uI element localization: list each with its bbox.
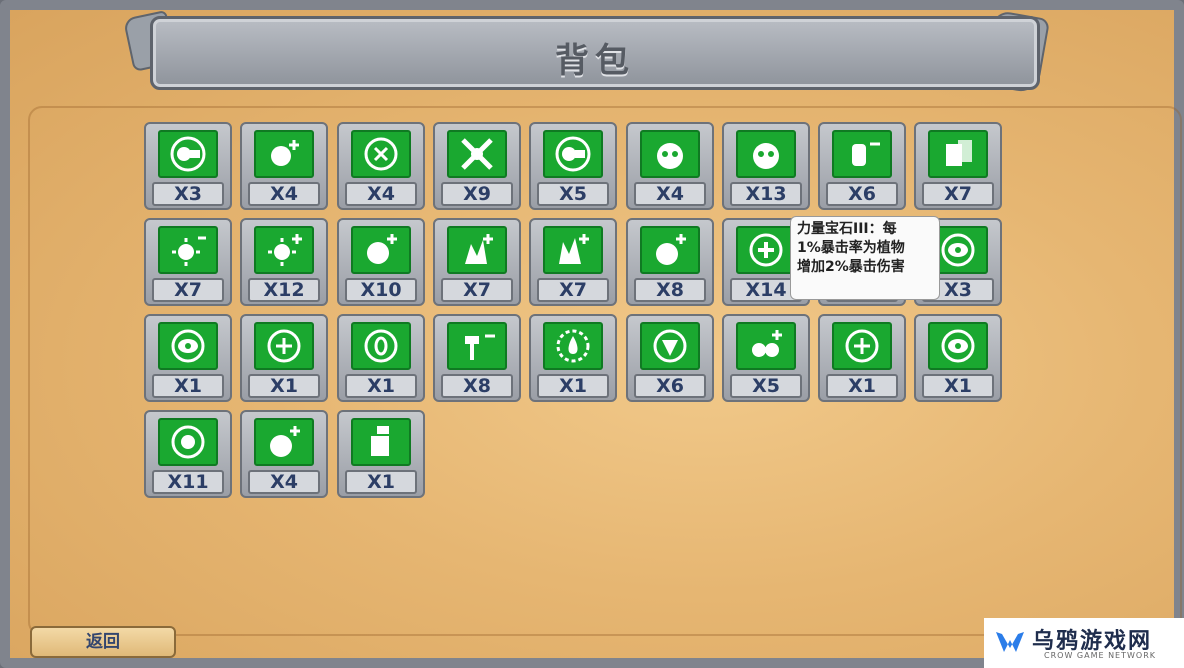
monster-eye-icon <box>928 322 988 370</box>
hand-minus-icon <box>832 130 892 178</box>
tooltip-line: 1%暴击率为植物 <box>797 240 905 256</box>
inventory-slot[interactable]: X5 <box>722 314 810 402</box>
inventory-slot[interactable]: X4 <box>626 122 714 210</box>
inventory-slot[interactable]: X9 <box>433 122 521 210</box>
inventory-slot[interactable]: X7 <box>144 218 232 306</box>
inventory-slot[interactable]: X4 <box>240 410 328 498</box>
item-count: X1 <box>152 374 224 398</box>
title-banner: 背包 <box>150 16 1040 90</box>
item-count: X13 <box>730 182 802 206</box>
inventory-slot[interactable]: X7 <box>529 218 617 306</box>
sun-icon <box>158 418 218 466</box>
target-icon <box>351 130 411 178</box>
plus-circle-icon <box>832 322 892 370</box>
inventory-slot[interactable]: X4 <box>240 122 328 210</box>
spiky-plus-icon <box>543 226 603 274</box>
inventory-slot[interactable]: X1 <box>529 314 617 402</box>
item-count: X8 <box>441 374 513 398</box>
back-button[interactable]: 返回 <box>30 626 176 658</box>
peashooter-icon <box>158 130 218 178</box>
inventory-slot[interactable]: X5 <box>529 122 617 210</box>
item-tooltip: 力量宝石III：每 1%暴击率为植物 增加2%暴击伤害 <box>790 216 940 300</box>
watermark-subtitle: CROW GAME NETWORK <box>1044 651 1157 660</box>
inventory-slot[interactable]: X6 <box>818 122 906 210</box>
heal-icon <box>736 226 796 274</box>
hammer-minus-icon <box>447 322 507 370</box>
inventory-slot[interactable]: X11 <box>144 410 232 498</box>
inventory-slot[interactable]: X1 <box>818 314 906 402</box>
apple-plus-icon <box>254 418 314 466</box>
fang-icon <box>640 322 700 370</box>
bomb-plus-icon <box>351 226 411 274</box>
inventory-slot[interactable]: X8 <box>626 218 714 306</box>
page-title: 背包 <box>555 41 635 81</box>
item-count: X1 <box>248 374 320 398</box>
item-count: X4 <box>345 182 417 206</box>
item-count: X11 <box>152 470 224 494</box>
zero-circle-icon <box>351 322 411 370</box>
item-count: X6 <box>634 374 706 398</box>
inventory-slot[interactable]: X10 <box>337 218 425 306</box>
item-count: X7 <box>152 278 224 302</box>
drop-icon <box>543 322 603 370</box>
item-count: X5 <box>537 182 609 206</box>
item-count: X10 <box>345 278 417 302</box>
inventory-slot[interactable]: X1 <box>337 314 425 402</box>
item-count: X5 <box>730 374 802 398</box>
inventory-slot[interactable]: X8 <box>433 314 521 402</box>
burst-plus-icon <box>447 226 507 274</box>
hammer-card-icon <box>351 418 411 466</box>
item-count: X4 <box>248 470 320 494</box>
inventory-slot[interactable]: X1 <box>144 314 232 402</box>
inventory-slot[interactable]: X7 <box>914 122 1002 210</box>
zombie-face-icon <box>736 130 796 178</box>
item-count: X7 <box>922 182 994 206</box>
item-count: X6 <box>826 182 898 206</box>
inventory-slot[interactable]: X4 <box>337 122 425 210</box>
tooltip-line: 力量宝石III：每 <box>797 221 897 237</box>
zombie-face-icon <box>640 130 700 178</box>
peashooter-icon <box>543 130 603 178</box>
cards-icon <box>928 130 988 178</box>
item-count: X1 <box>537 374 609 398</box>
watermark: 乌鸦游戏网 CROW GAME NETWORK <box>984 618 1184 668</box>
item-count: X4 <box>248 182 320 206</box>
plus-circle-icon <box>254 322 314 370</box>
inventory-slot[interactable]: X13 <box>722 122 810 210</box>
inventory-slot[interactable]: X3 <box>144 122 232 210</box>
inventory-slot[interactable]: X7 <box>433 218 521 306</box>
item-count: X4 <box>634 182 706 206</box>
peas-plus-icon <box>736 322 796 370</box>
inventory-slot[interactable]: X1 <box>914 314 1002 402</box>
sun-minus-icon <box>158 226 218 274</box>
tooltip-line: 增加2%暴击伤害 <box>797 259 905 275</box>
boost-plant-icon <box>254 130 314 178</box>
inventory-slot[interactable]: X6 <box>626 314 714 402</box>
inventory-slot[interactable]: X12 <box>240 218 328 306</box>
crow-logo-icon <box>996 632 1024 652</box>
item-count: X7 <box>441 278 513 302</box>
item-count: X8 <box>634 278 706 302</box>
item-count: X1 <box>922 374 994 398</box>
crosshair-icon <box>447 130 507 178</box>
item-count: X7 <box>537 278 609 302</box>
item-count: X12 <box>248 278 320 302</box>
item-count: X3 <box>152 182 224 206</box>
item-count: X1 <box>345 374 417 398</box>
apple-plus-icon <box>640 226 700 274</box>
sun-plus-icon <box>254 226 314 274</box>
monster-eye-icon <box>158 322 218 370</box>
item-count: X1 <box>826 374 898 398</box>
inventory-slot[interactable]: X1 <box>240 314 328 402</box>
item-count: X1 <box>345 470 417 494</box>
item-count: X9 <box>441 182 513 206</box>
inventory-slot[interactable]: X1 <box>337 410 425 498</box>
